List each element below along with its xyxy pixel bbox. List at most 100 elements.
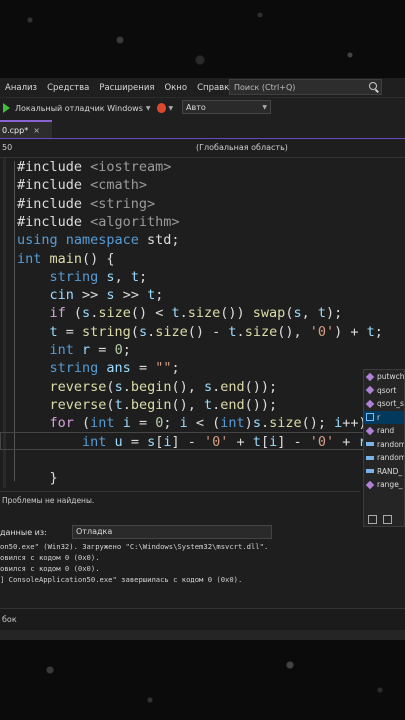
project-dropdown[interactable]: 50 <box>2 143 12 152</box>
completion-item[interactable]: range_ <box>364 478 404 492</box>
completion-item[interactable]: r <box>364 410 404 424</box>
play-icon[interactable] <box>3 103 10 113</box>
code-token: t <box>49 323 58 340</box>
visual-studio-window: Анализ Средства Расширения Окно Справка … <box>0 78 405 640</box>
output-source-select[interactable]: Отладка <box>72 525 272 539</box>
code-line[interactable]: using namespace std; <box>17 231 180 249</box>
code-token: (), <box>277 323 310 340</box>
code-token: s <box>82 305 91 322</box>
code-token: t <box>130 268 139 285</box>
code-token: s <box>204 378 213 395</box>
toolbar: Локальный отладчик Windows ▼ ▼ Авто ▼ <box>0 97 405 118</box>
search-input[interactable]: Поиск (Ctrl+Q) <box>229 79 382 95</box>
completion-label: rand <box>377 426 395 436</box>
horizontal-scrollbar[interactable] <box>0 630 405 640</box>
tab-source-file[interactable]: 0.cpp* × <box>0 120 52 138</box>
menu-window[interactable]: Окно <box>159 83 192 93</box>
code-token: size <box>155 323 188 340</box>
navigation-bar: 50 (Глобальная область) <box>0 139 405 158</box>
chevron-down-icon[interactable]: ▼ <box>146 105 151 112</box>
bottom-panel-label[interactable]: бок <box>2 615 17 624</box>
code-line[interactable]: int main() { <box>17 250 115 268</box>
code-line[interactable]: t = string(s.size() - t.size(), '0') + t… <box>17 323 383 341</box>
completion-item[interactable]: rand <box>364 424 404 438</box>
code-token: ()); <box>244 396 278 413</box>
bug-icon[interactable] <box>156 103 166 113</box>
filter-icon[interactable] <box>383 515 392 524</box>
code-token: #include <box>17 177 91 194</box>
code-line[interactable]: if (s.size() < t.size()) swap(s, t); <box>17 304 343 322</box>
code-line[interactable]: cin >> s >> t; <box>17 286 164 304</box>
code-token: t <box>114 396 123 413</box>
menu-extensions[interactable]: Расширения <box>94 83 159 93</box>
code-token: s <box>293 305 302 322</box>
code-line[interactable]: int u = s[i] - '0' + t[i] - '0' + r; <box>17 433 375 451</box>
code-token: #include <box>17 195 91 212</box>
completion-item[interactable]: RAND_ <box>364 465 404 479</box>
menu-tools[interactable]: Средства <box>42 83 94 93</box>
output-line: ] ConsoleApplication50.exe" завершилась … <box>0 575 243 584</box>
status-bar: Проблемы не найдены. <box>0 491 360 510</box>
code-token: int <box>17 250 50 267</box>
code-token: #include <box>17 213 91 230</box>
close-icon[interactable]: × <box>33 126 40 135</box>
search-icon[interactable] <box>369 82 377 90</box>
code-token: i <box>269 433 278 450</box>
code-token: s <box>252 415 261 432</box>
scope-dropdown[interactable]: (Глобальная область) <box>196 143 288 152</box>
code-token: using namespace <box>17 232 148 249</box>
code-line[interactable]: } <box>17 469 58 487</box>
code-token: () { <box>82 250 115 267</box>
code-token: [ <box>260 433 270 450</box>
solution-config-select[interactable]: Авто ▼ <box>182 100 271 114</box>
chevron-down-icon[interactable]: ▼ <box>169 105 174 112</box>
code-line[interactable]: #include <string> <box>17 195 155 213</box>
code-token: . <box>179 305 188 322</box>
function-icon <box>365 372 375 381</box>
code-token: ) <box>244 415 253 432</box>
completion-item[interactable]: qsort_s <box>364 397 404 411</box>
code-line[interactable]: reverse(s.begin(), s.end()); <box>17 378 278 396</box>
completion-item[interactable]: random <box>364 438 404 452</box>
filter-icon[interactable] <box>368 515 377 524</box>
code-token: (); <box>301 415 335 432</box>
code-line[interactable]: #include <algorithm> <box>17 213 180 231</box>
output-line: on50.exe" (Win32). Загружено "C:\Windows… <box>0 542 269 551</box>
code-token: '0' <box>204 433 229 450</box>
code-token: ( <box>130 323 139 340</box>
code-line[interactable]: string ans = ""; <box>17 359 180 377</box>
completion-item[interactable]: qsort <box>364 384 404 398</box>
code-editor[interactable]: #include <iostream> #include <cmath> #incl… <box>0 158 405 488</box>
code-token: ); <box>326 305 343 322</box>
completion-item[interactable]: putwch <box>364 370 404 384</box>
start-debugger-button[interactable]: Локальный отладчик Windows <box>15 104 143 113</box>
code-token: '0' <box>309 433 335 450</box>
code-token: ; <box>163 415 180 432</box>
code-token: t <box>252 433 261 450</box>
completion-label: random <box>377 439 404 449</box>
code-token: t <box>147 287 156 304</box>
code-line[interactable]: reverse(t.begin(), t.end()); <box>17 396 278 414</box>
output-panel[interactable]: on50.exe" (Win32). Загружено "C:\Windows… <box>0 541 360 591</box>
problems-status[interactable]: Проблемы не найдены. <box>2 496 94 505</box>
code-line[interactable]: #include <iostream> <box>17 158 171 176</box>
code-line[interactable]: string s, t; <box>17 268 148 286</box>
menu-bar: Анализ Средства Расширения Окно Справка … <box>0 78 405 97</box>
code-token: ; <box>138 268 148 285</box>
code-token: end <box>220 396 245 413</box>
menu-analyze[interactable]: Анализ <box>0 83 42 93</box>
code-token: () - <box>187 323 229 340</box>
code-line[interactable]: int r = 0; <box>17 341 131 359</box>
code-token: ( <box>106 378 115 395</box>
code-token: ( <box>73 415 91 432</box>
code-line[interactable]: for (int i = 0; i < (int)s.size(); i++) … <box>17 414 383 432</box>
completion-item[interactable]: random <box>364 451 404 465</box>
search-placeholder: Поиск (Ctrl+Q) <box>234 82 296 92</box>
code-line[interactable]: #include <cmath> <box>17 176 147 194</box>
background-top <box>0 0 405 78</box>
code-token: () < <box>130 305 172 322</box>
code-token: ans <box>106 360 131 377</box>
